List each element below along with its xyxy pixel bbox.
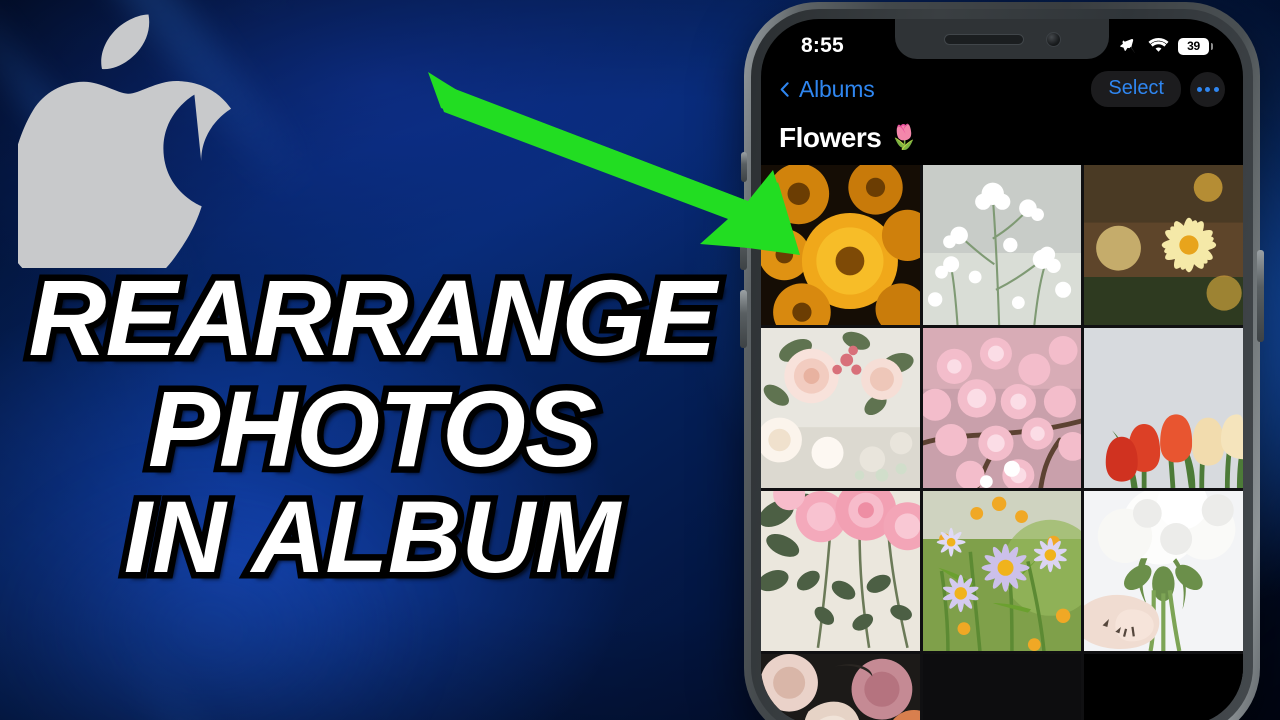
photo-grid	[761, 165, 1243, 720]
photo-thumbnail[interactable]	[761, 491, 920, 651]
power-button[interactable]	[1257, 250, 1264, 342]
green-arrow-icon	[410, 72, 800, 292]
photo-thumbnail[interactable]	[1084, 491, 1243, 651]
status-bar-indicators: 39	[1119, 37, 1213, 55]
tulip-emoji-icon: 🌷	[889, 124, 920, 151]
thumbnail-headline: REARRANGE PHOTOS IN ALBUM	[0, 257, 744, 594]
ellipsis-icon[interactable]	[1190, 71, 1225, 107]
battery-percent-label: 39	[1187, 39, 1200, 53]
phone-screen: 8:55 39 Albums Select Flowers 🌷	[761, 19, 1243, 720]
photo-thumbnail[interactable]	[922, 328, 1082, 488]
back-label: Albums	[799, 75, 875, 102]
photo-thumbnail[interactable]	[1084, 165, 1243, 325]
battery-tip	[1210, 42, 1213, 50]
photo-thumbnail[interactable]	[922, 165, 1082, 325]
status-bar: 8:55 39	[761, 19, 1243, 65]
photo-thumbnail[interactable]	[1084, 328, 1243, 488]
photo-thumbnail[interactable]	[761, 328, 920, 488]
battery-icon: 39	[1178, 37, 1213, 55]
navigation-bar: Albums Select	[761, 65, 1243, 113]
headline-line-3: IN ALBUM	[0, 479, 744, 594]
photo-thumbnail[interactable]	[922, 491, 1082, 651]
iphone-mockup: 8:55 39 Albums Select Flowers 🌷	[740, 2, 1264, 720]
nav-bar-actions: Select	[1091, 71, 1225, 107]
select-button[interactable]: Select	[1091, 71, 1181, 107]
headline-line-3-word-2: ALBUM	[245, 479, 626, 594]
airplane-mode-icon	[1120, 38, 1136, 54]
headline-line-3-word-1: IN	[117, 479, 232, 594]
photo-thumbnail[interactable]	[761, 654, 920, 720]
album-title-row: Flowers 🌷	[761, 111, 1243, 165]
apple-logo-icon	[4, 6, 236, 283]
status-bar-time: 8:55	[801, 34, 844, 57]
headline-line-2: PHOTOS	[141, 367, 603, 489]
wifi-icon	[1148, 38, 1169, 52]
photo-thumbnail-empty[interactable]	[922, 654, 1082, 720]
photo-thumbnail-empty[interactable]	[1084, 654, 1243, 720]
